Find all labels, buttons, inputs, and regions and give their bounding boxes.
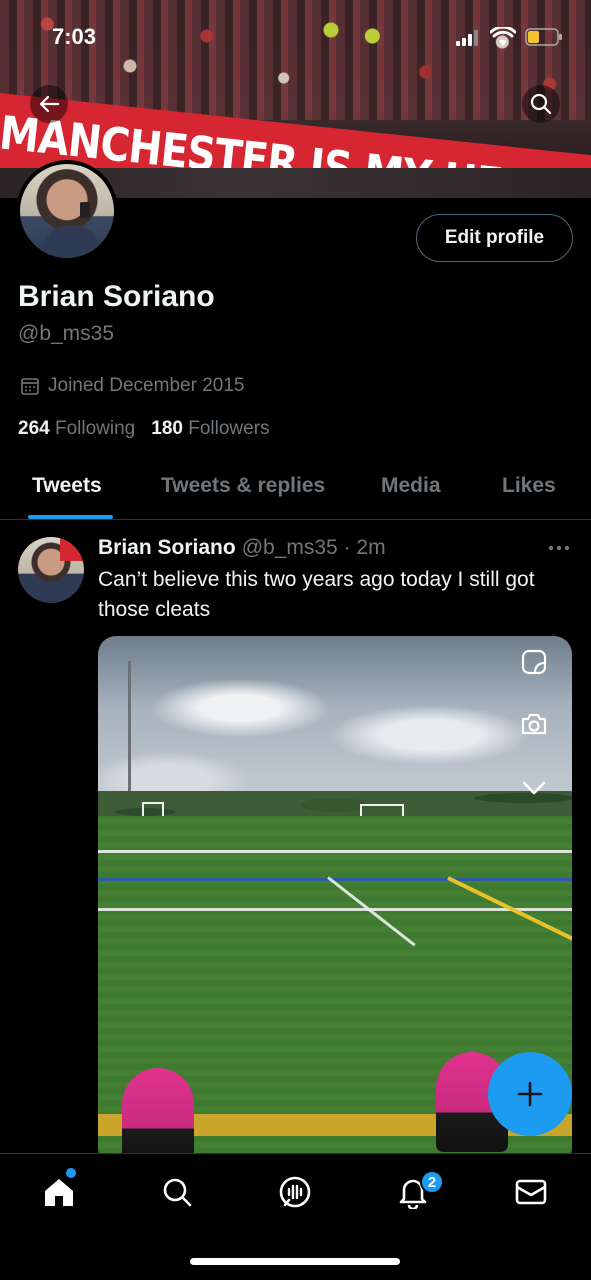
sticker-icon[interactable]: [518, 646, 550, 678]
nav-spaces[interactable]: [275, 1172, 315, 1212]
status-bar: 7:03: [0, 0, 591, 60]
avatar-phone: [80, 202, 90, 218]
followers-label: Followers: [188, 418, 270, 439]
avatar-shirt: [44, 226, 98, 258]
photo-line: [98, 850, 572, 853]
camera-rotate-icon[interactable]: [518, 708, 550, 740]
profile-name: Brian Soriano: [18, 280, 215, 313]
profile-handle: @b_ms35: [18, 322, 115, 345]
photo-goal-left: [142, 802, 164, 816]
chevron-down-icon[interactable]: [518, 772, 550, 804]
tweet-avatar[interactable]: [18, 537, 84, 603]
nav-home[interactable]: [39, 1172, 79, 1212]
following-count: 264: [18, 418, 50, 439]
following-link[interactable]: 264 Following: [18, 418, 135, 440]
home-icon: [45, 1179, 73, 1206]
search-icon: [163, 1178, 192, 1207]
nav-messages[interactable]: [511, 1172, 551, 1212]
status-time: 7:03: [52, 24, 97, 49]
tweet-author[interactable]: Brian Soriano: [98, 536, 236, 560]
joined-date: Joined December 2015: [20, 375, 244, 397]
nav-search[interactable]: [157, 1172, 197, 1212]
more-horizontal-icon[interactable]: [547, 538, 571, 558]
calendar-icon: [21, 378, 39, 395]
search-profile-button[interactable]: [522, 85, 560, 123]
profile-tabs: Tweets Tweets & replies Media Likes: [0, 460, 591, 520]
back-arrow-icon: [39, 95, 60, 113]
search-icon: [530, 93, 552, 115]
spaces-icon: [279, 1176, 311, 1208]
wifi-icon: [490, 27, 516, 46]
followers-link[interactable]: 180 Followers: [151, 418, 269, 440]
photo-line: [98, 908, 572, 911]
notification-badge: 2: [420, 1170, 444, 1194]
active-tab-indicator: [28, 515, 113, 519]
back-button[interactable]: [30, 85, 68, 123]
edit-profile-button[interactable]: Edit profile: [416, 214, 573, 262]
tab-media[interactable]: Media: [381, 474, 441, 498]
tweet-meta: @b_ms35 · 2m: [241, 536, 386, 559]
mail-icon: [515, 1179, 547, 1205]
photo-cleat-left: [122, 1068, 194, 1166]
home-indicator: [190, 1258, 400, 1265]
profile-avatar[interactable]: [16, 160, 118, 262]
joined-text: Joined December 2015: [48, 375, 245, 396]
plus-icon: [517, 1081, 543, 1107]
followers-count: 180: [151, 418, 183, 439]
battery-icon: [525, 28, 562, 46]
follow-stats: 264 Following 180 Followers: [18, 418, 270, 440]
compose-tweet-button[interactable]: [488, 1052, 572, 1136]
following-label: Following: [54, 418, 136, 439]
signal-icon: [456, 30, 478, 46]
tab-tweets-replies[interactable]: Tweets & replies: [161, 474, 325, 498]
tab-tweets[interactable]: Tweets: [32, 474, 102, 498]
tweet-header: Brian Soriano @b_ms35 · 2m: [98, 536, 386, 560]
home-unread-dot: [66, 1168, 76, 1178]
tweet-text: Can’t believe this two years ago today I…: [98, 568, 535, 621]
tab-likes[interactable]: Likes: [502, 474, 556, 498]
